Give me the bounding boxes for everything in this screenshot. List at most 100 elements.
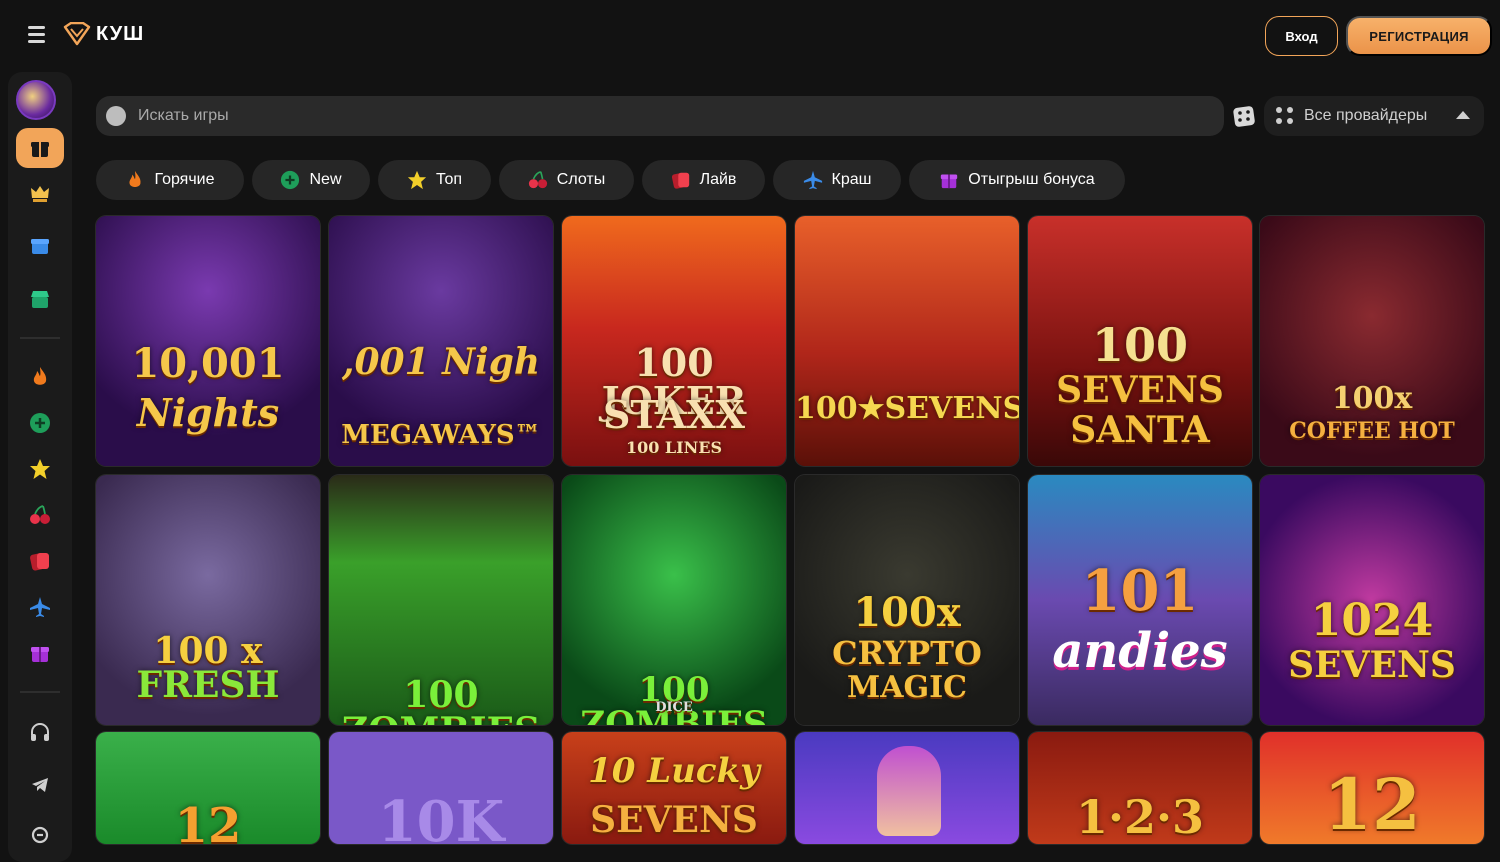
tab-label: Топ [435,171,463,188]
sidebar-item-crash[interactable] [8,592,72,622]
game-tile[interactable] [795,732,1019,844]
plus-circle-icon [30,413,50,433]
sidebar-divider [20,691,60,693]
wheel-avatar-icon[interactable] [16,80,56,120]
register-button[interactable]: РЕГИСТРАЦИЯ [1346,16,1492,56]
tab-bonus-wager[interactable]: Отыгрыш бонуса [909,160,1125,200]
menu-icon[interactable] [28,26,52,46]
sidebar-item-gift[interactable] [16,128,64,168]
sidebar-item-slots[interactable] [8,500,72,530]
game-title: 101 [1081,558,1199,624]
gift-icon [941,174,958,189]
cherry-icon [528,171,547,189]
gift-box-icon [31,142,49,157]
game-tile[interactable]: 10,001 Nights [96,216,320,466]
game-subtitle: Nights [136,390,280,435]
game-subtitle: SEVENS [1056,369,1224,411]
game-tile[interactable]: 10 Lucky SEVENS [562,732,786,844]
sidebar-item-bonus-wager[interactable] [8,638,72,668]
game-caption: SANTA [1070,409,1210,451]
cards-icon [30,553,49,571]
fire-icon [33,367,47,385]
diamond-heart-icon [63,22,91,46]
tab-label: Горячие [154,171,215,188]
character-art [877,746,941,836]
game-tile[interactable]: 10K [329,732,553,844]
game-title: 10 Lucky [588,751,760,791]
logo-text: КУШ [96,22,145,45]
tab-top[interactable]: Топ [378,160,491,200]
game-tile[interactable]: 100 SEVENS SANTA [1028,216,1252,466]
game-tile[interactable]: 1024 SEVENS [1260,475,1484,725]
tab-hot[interactable]: Горячие [96,160,244,200]
gift-icon [31,239,49,254]
tab-label: Лайв [699,171,737,188]
game-title: 1·2·3 [1075,790,1205,844]
game-tile[interactable]: 100x COFFEE HOT [1260,216,1484,466]
plane-icon [30,597,50,617]
game-title: 10K [377,789,505,844]
tab-new[interactable]: New [252,160,370,200]
tab-label: Отыгрыш бонуса [968,171,1095,188]
plane-icon [803,170,822,190]
sidebar-item-top[interactable] [8,454,72,484]
game-subtitle: SEVENS [1288,644,1456,686]
sidebar-item-hot[interactable] [8,362,72,392]
providers-dropdown[interactable]: Все провайдеры [1264,96,1484,136]
grid-dots-icon [1276,107,1294,125]
game-tile[interactable]: 100 x FRESH [96,475,320,725]
game-tile[interactable]: 101 andies [1028,475,1252,725]
dice-icon[interactable] [1232,104,1256,128]
header: КУШ Вход РЕГИСТРАЦИЯ [0,0,1500,72]
sidebar-item-link[interactable] [8,820,72,850]
tab-label: Краш [831,171,872,188]
tab-live[interactable]: Лайв [642,160,765,200]
game-tile[interactable]: 12 [1260,732,1484,844]
gift-purple-icon [31,647,49,662]
chevron-up-icon [1456,111,1470,119]
star-icon [30,459,50,479]
sidebar-item-new[interactable] [8,408,72,438]
game-title: 100 ZOMBIES [580,670,768,725]
game-title: 10,001 [131,340,285,387]
tab-crash[interactable]: Краш [773,160,901,200]
fire-icon [129,171,142,187]
sidebar-item-support[interactable] [8,717,72,747]
tab-label: New [309,171,342,188]
tab-slots[interactable]: Слоты [499,160,634,200]
game-subtitle: SEVENS [590,799,758,841]
sidebar-item-live[interactable] [8,546,72,576]
providers-label: Все провайдеры [1304,107,1428,124]
game-tile[interactable]: 100 ZOMBIES DICE [562,475,786,725]
link-icon [31,826,49,844]
star-icon [407,170,427,190]
search-input[interactable] [138,107,1188,125]
sidebar-divider [20,337,60,339]
game-subtitle: FRESH [136,664,280,706]
cards-icon [671,172,689,189]
game-tile[interactable]: 100x CRYPTO MAGIC [795,475,1019,725]
sidebar-item-telegram[interactable] [8,770,72,800]
game-title: 100 [1091,318,1189,372]
game-title: 1024 [1310,595,1434,646]
sidebar-item-shop[interactable] [8,284,72,314]
telegram-icon [32,778,48,792]
search-bar[interactable] [96,96,1224,136]
sidebar-item-bonus[interactable] [8,230,72,260]
logo[interactable]: КУШ [62,22,144,46]
game-tile[interactable]: 100 ZOMBIES [329,475,553,725]
search-icon [106,106,126,126]
game-tile[interactable]: 100★SEVENS [795,216,1019,466]
game-tile[interactable]: 100 JOKER STAXX 100 LINES [562,216,786,466]
login-button[interactable]: Вход [1265,16,1338,56]
game-tile[interactable]: ,001 Nigh MEGAWAYS™ [329,216,553,466]
sidebar [8,72,72,862]
tab-label: Слоты [556,171,606,188]
game-subtitle: andies [1052,623,1228,679]
game-tile[interactable]: 1·2·3 [1028,732,1252,844]
sidebar-item-crown[interactable] [8,178,72,208]
game-title: 12 [174,798,242,844]
game-caption: 100 LINES [625,438,723,457]
headphones-icon [31,723,49,741]
game-tile[interactable]: 12 [96,732,320,844]
